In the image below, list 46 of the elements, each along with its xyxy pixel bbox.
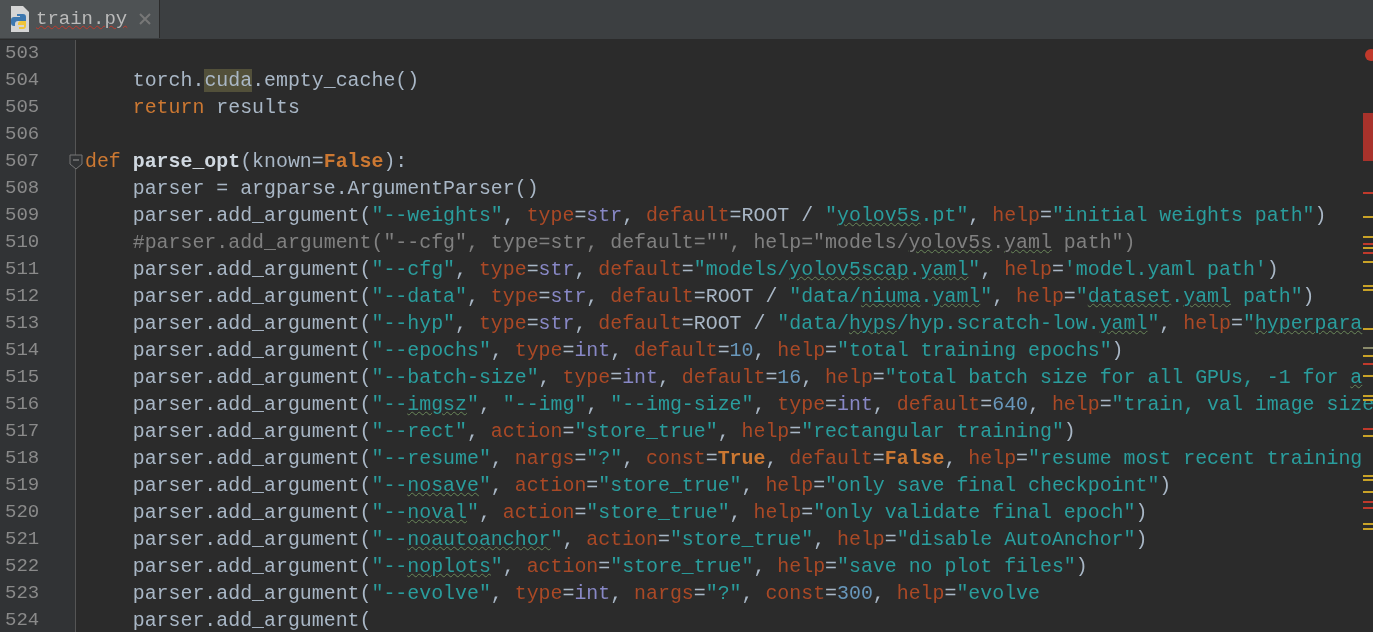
code-line: return results [131,95,300,121]
code-line: parser.add_argument("--epochs", type=int, default=10, help="total training epochs") [131,338,1124,364]
code-line: def parse_opt(known=False): [85,149,408,175]
line-number: 504 [4,68,40,94]
file-tab[interactable]: train.py [0,0,161,38]
line-number: 510 [4,230,40,256]
line-number: 515 [4,365,40,391]
code-line: parser.add_argument("--resume", nargs="?", const=True, default=False, help="resume most recent training [131,446,1363,472]
line-number: 516 [4,392,40,418]
code-line: parser.add_argument("--data", type=str, default=ROOT / "data/niuma.yaml", help="dataset.yaml path") [131,284,1315,310]
python-file-icon [8,5,32,33]
close-icon[interactable] [139,13,152,25]
line-number: 508 [4,176,40,202]
line-number: 509 [4,203,40,229]
code-line: parser.add_argument("--weights", type=str, default=ROOT / "yolov5s.pt", help="initial weights path") [131,203,1327,229]
code-line: parser.add_argument("--nosave", action="store_true", help="only save final checkpoint") [131,473,1172,499]
code-line: parser.add_argument("--cfg", type=str, default="models/yolov5scap.yaml", help='model.yaml path') [131,257,1279,283]
line-number: 520 [4,500,40,526]
line-number: 514 [4,338,40,364]
line-number: 517 [4,419,40,445]
code-line: parser.add_argument("--noautoanchor", action="store_true", help="disable AutoAnchor") [131,527,1148,553]
tab-label: train.py [36,6,128,32]
line-number: 519 [4,473,40,499]
code-line: parser.add_argument("--noval", action="store_true", help="only validate final epoch") [131,500,1148,526]
code-line: parser.add_argument("--noplots", action="store_true", help="save no plot files") [131,554,1088,580]
line-number: 507 [4,149,40,175]
code-line: parser = argparse.ArgumentParser() [131,176,539,202]
code-line: torch.cuda.empty_cache() [131,68,420,94]
line-number: 512 [4,284,40,310]
line-number: 521 [4,527,40,553]
code-line: parser.add_argument("--hyp", type=str, default=ROOT / "data/hyps/hyp.scratch-low.yaml", help="hyperpara [131,311,1363,337]
line-number: 513 [4,311,40,337]
code-line: parser.add_argument("--evolve", type=int, nargs="?", const=300, help="evolve [131,581,1040,607]
line-number: 506 [4,122,40,148]
line-number: 523 [4,581,40,607]
line-number: 522 [4,554,40,580]
line-number: 505 [4,95,40,121]
code-line: #parser.add_argument("--cfg", type=str, default="", help="models/yolov5s.yaml path") [131,230,1136,256]
line-number: 518 [4,446,40,472]
line-number: 524 [4,608,40,632]
fold-icon[interactable] [69,154,83,170]
line-number: 503 [4,41,40,67]
code-line: parser.add_argument("--batch-size", type=int, default=16, help="total batch size for all GPUs, -1 for a [131,365,1363,391]
code-line: parser.add_argument( [131,608,372,632]
code-line: parser.add_argument("--rect", action="store_true", help="rectangular training") [131,419,1076,445]
line-number: 511 [4,257,40,283]
